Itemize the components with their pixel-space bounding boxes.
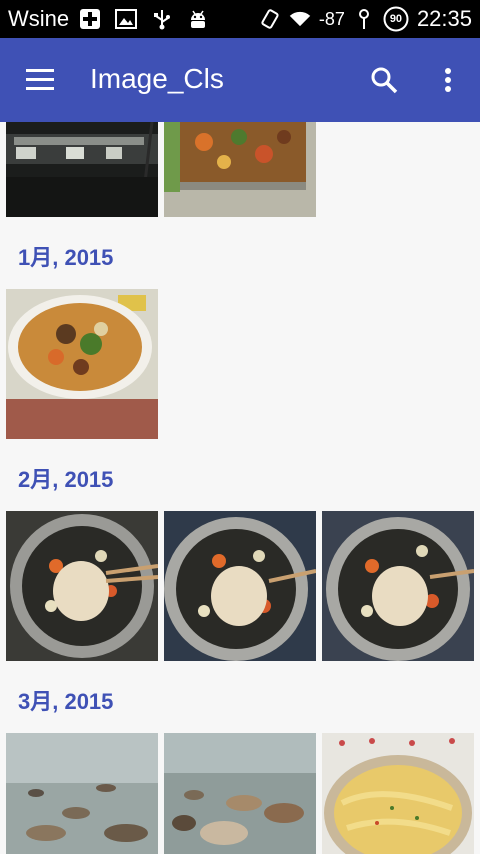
section-header: 1月, 2015 [18,245,114,270]
stew-plate-photo [6,289,158,439]
food-tray-photo [164,122,316,217]
search-button[interactable] [368,64,400,96]
photo-grid[interactable]: 1月, 2015 2月, 2015 3月, 2015 [0,122,480,854]
battery-level: 90 [389,13,403,25]
photo-thumbnail[interactable] [6,511,158,661]
status-bar: Wsine -87 90 22:35 [0,0,480,38]
section-header: 2月, 2015 [18,467,114,492]
menu-button[interactable] [24,66,56,94]
night-building-photo [6,122,158,217]
photo-thumbnail[interactable] [164,733,316,854]
photo-thumbnail[interactable] [164,122,316,217]
photo-thumbnail[interactable] [6,733,158,854]
app-bar: Image_Cls [0,38,480,122]
hamburger-menu-icon [26,69,54,90]
rocky-shore-photo [164,733,316,854]
signal-strength: -87 [318,8,345,29]
photo-thumbnail[interactable] [322,733,474,854]
status-right: -87 90 22:35 [259,0,472,38]
notification-icons [79,8,209,30]
noodle-bowl-photo [6,511,158,661]
rocky-shore-photo [6,733,158,854]
section-header: 3月, 2015 [18,689,114,714]
usb-icon [151,8,173,30]
search-icon [371,67,398,94]
more-options-button[interactable] [436,64,460,96]
android-debug-icon [187,8,209,30]
vibrate-icon [259,8,281,30]
carrier-name: Wsine [8,6,70,31]
battery-icon: 90 [383,6,409,32]
signal-antenna-icon [353,8,375,30]
photo-thumbnail[interactable] [6,289,158,439]
noodle-bowl-photo [164,511,316,661]
photo-thumbnail[interactable] [322,511,474,661]
noodle-bowl-photo [322,511,474,661]
wifi-icon [289,8,311,30]
image-icon [115,8,138,30]
omelette-plate-photo [322,733,474,854]
photo-thumbnail[interactable] [164,511,316,661]
app-title: Image_Cls [90,63,224,94]
more-vert-icon [445,68,451,92]
photo-thumbnail[interactable] [6,122,158,217]
add-box-icon [79,8,101,30]
clock: 22:35 [416,6,472,31]
